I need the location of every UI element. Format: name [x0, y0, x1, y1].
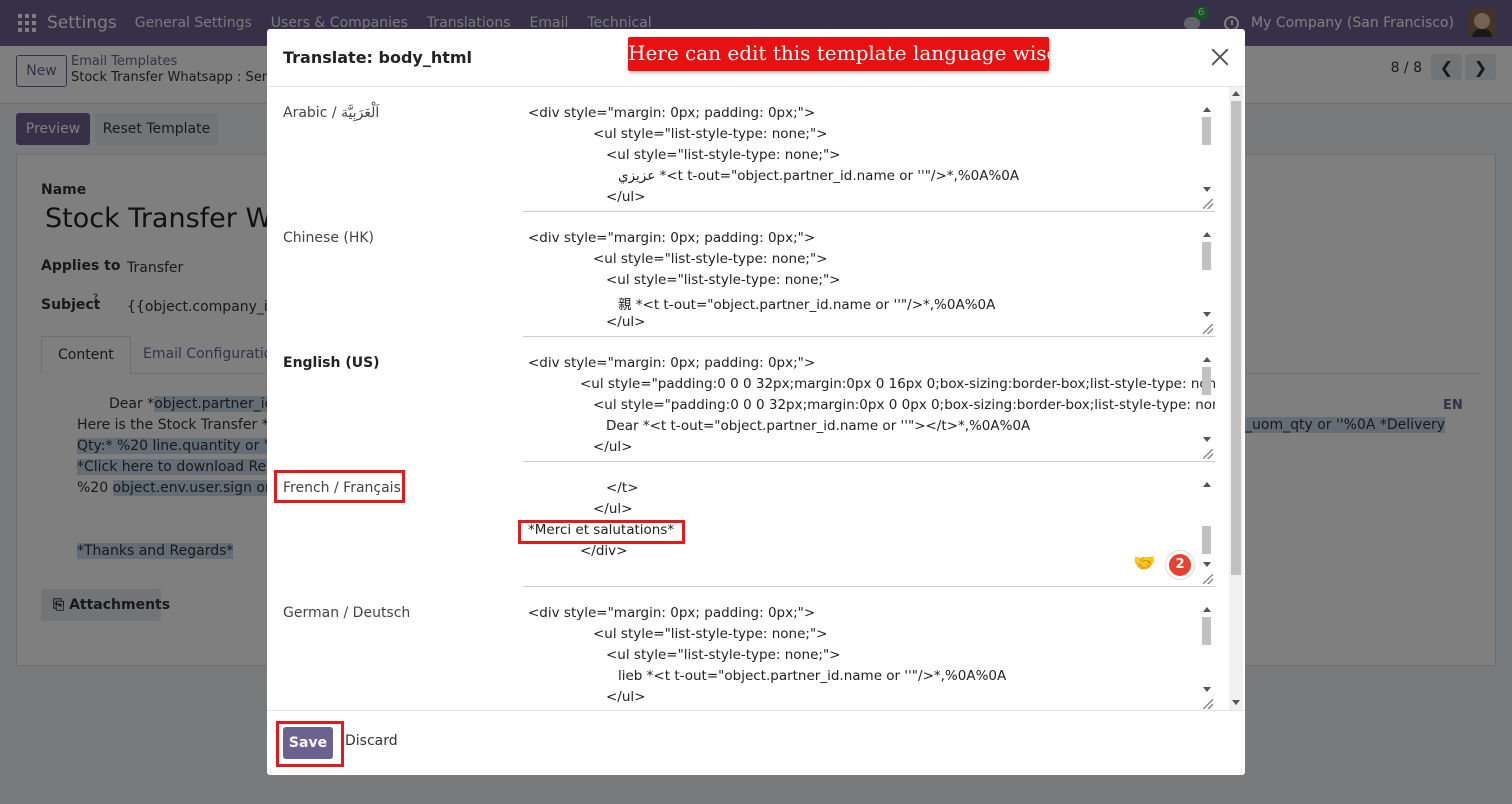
annotation-callout: Here can edit this template language wis…	[628, 37, 1049, 71]
dialog-header: Translate: body_html Here can edit this …	[267, 29, 1245, 87]
resize-handle-icon[interactable]	[1203, 199, 1213, 209]
resize-handle-icon[interactable]	[1203, 449, 1213, 459]
annotation-box-french-label	[274, 470, 405, 503]
count-badge: 2	[1166, 551, 1194, 579]
editor-scrollbar[interactable]	[1200, 353, 1213, 458]
translation-list: Arabic / اَلْعَرَبِيَّة <div style="marg…	[267, 87, 1245, 710]
language-label-english-us: English (US)	[283, 355, 380, 371]
discard-button[interactable]: Discard	[345, 733, 398, 749]
close-icon[interactable]	[1209, 46, 1231, 68]
language-label-german: German / Deutsch	[283, 605, 411, 621]
translate-dialog: Translate: body_html Here can edit this …	[267, 29, 1245, 775]
language-label-chinese-hk: Chinese (HK)	[283, 230, 375, 246]
translation-editor-english-us[interactable]: <div style="margin: 0px; padding: 0px;">…	[523, 351, 1215, 462]
handshake-emoji-icon: 🤝	[1133, 553, 1156, 574]
dialog-footer: Save Discard	[267, 710, 1245, 775]
dialog-title: Translate: body_html	[283, 48, 473, 67]
translation-editor-arabic[interactable]: <div style="margin: 0px; padding: 0px;">…	[523, 101, 1215, 212]
editor-scrollbar[interactable]	[1200, 603, 1213, 708]
language-label-arabic: Arabic / اَلْعَرَبِيَّة	[283, 105, 380, 121]
editor-scrollbar[interactable]	[1200, 228, 1213, 333]
resize-handle-icon[interactable]	[1203, 699, 1213, 709]
translation-editor-german[interactable]: <div style="margin: 0px; padding: 0px;">…	[523, 601, 1215, 710]
resize-handle-icon[interactable]	[1203, 574, 1213, 584]
translation-editor-chinese-hk[interactable]: <div style="margin: 0px; padding: 0px;">…	[523, 226, 1215, 337]
annotation-box-save	[276, 721, 344, 767]
editor-scrollbar[interactable]	[1200, 478, 1213, 583]
editor-scrollbar[interactable]	[1200, 103, 1213, 208]
dialog-scrollbar[interactable]	[1229, 87, 1243, 710]
resize-handle-icon[interactable]	[1203, 324, 1213, 334]
annotation-box-french-text	[518, 520, 685, 544]
